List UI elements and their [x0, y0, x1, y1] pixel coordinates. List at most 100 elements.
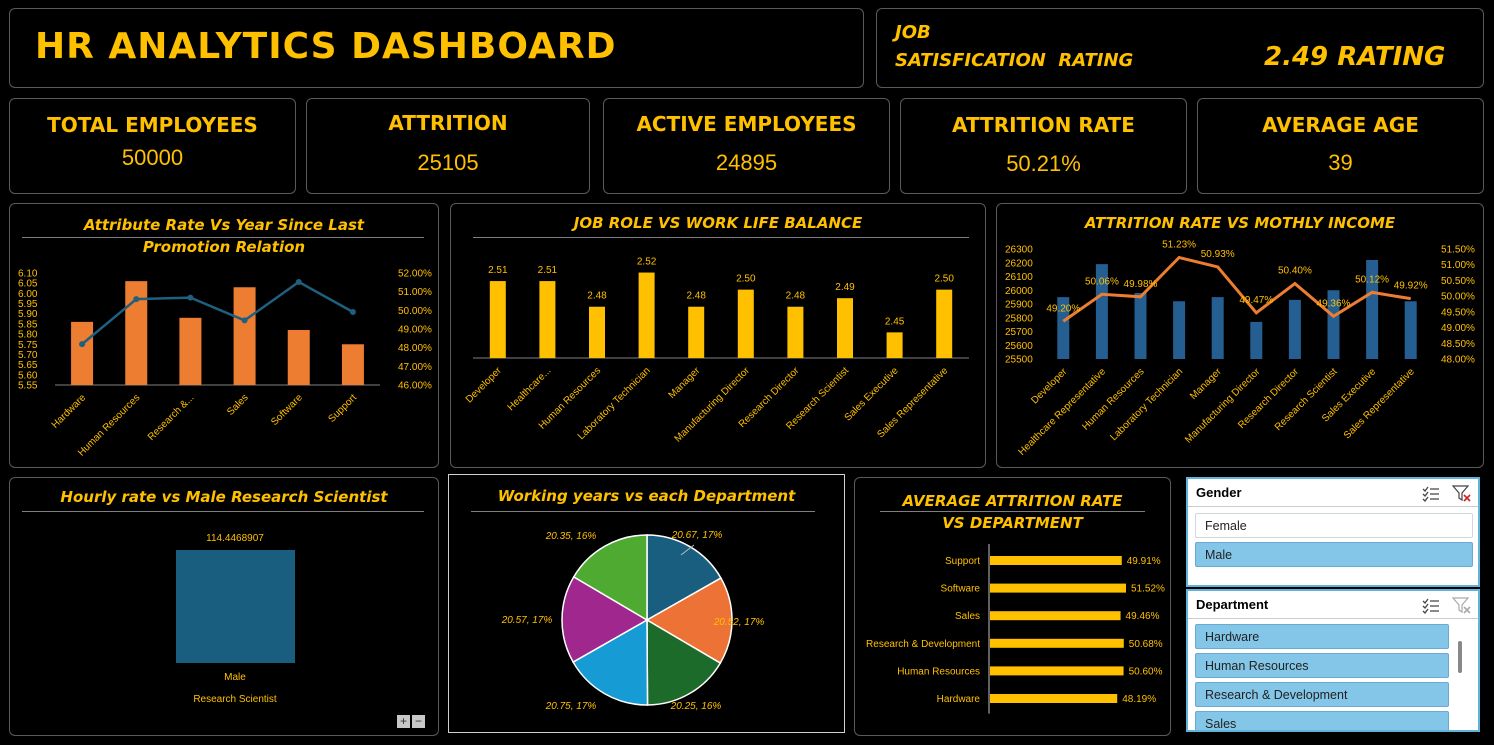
data-label: 2.51 — [488, 265, 508, 276]
income-chart: 26300 26200 26100 26000 25900 25800 25700 25600… — [1005, 239, 1475, 457]
bar — [688, 306, 705, 358]
x-tick-label: Software — [269, 392, 305, 428]
bar — [71, 321, 94, 385]
y2-tick-label: 50.50% — [1441, 276, 1475, 287]
data-label: 49.36% — [1317, 298, 1351, 309]
data-label: 2.48 — [587, 291, 607, 302]
gender-slicer[interactable]: Gender Female Male — [1186, 477, 1480, 587]
data-label: 2.49 — [835, 282, 855, 293]
bar — [990, 638, 1124, 648]
kpi-value: 50000 — [121, 145, 184, 170]
kpi-value: 50.21% — [1006, 151, 1081, 176]
data-label: 2.52 — [637, 257, 657, 268]
kpi-attrition-rate: ATTRITION RATE 50.21% — [900, 98, 1187, 194]
bar — [1250, 321, 1263, 359]
y2-tick-label: 49.00% — [1441, 323, 1475, 334]
x-tick-label: Support — [326, 392, 359, 425]
chart-dept-attrition-panel: AVERAGE ATTRITION RATE VS DEPARTMENT Sup… — [854, 477, 1171, 736]
line-point — [241, 317, 248, 324]
zoom-in-button[interactable]: + — [397, 715, 410, 728]
slicer-item-sales[interactable]: Sales — [1195, 711, 1449, 730]
bar — [886, 332, 903, 358]
y-tick-label: 26200 — [1005, 258, 1033, 269]
multi-select-icon[interactable] — [1422, 598, 1440, 614]
clear-filter-icon[interactable] — [1451, 485, 1472, 503]
data-label: 48.19% — [1122, 694, 1156, 705]
data-label: 49.98% — [1124, 279, 1158, 290]
y2-tick-label: 51.00% — [1441, 260, 1475, 271]
slice-label: 20.75, 17% — [545, 701, 597, 712]
scrollbar-thumb[interactable] — [1458, 641, 1462, 673]
data-label: 2.48 — [686, 291, 706, 302]
bar — [990, 666, 1124, 676]
x-tick-label: Manager — [1188, 366, 1224, 402]
dashboard-title: HR ANALYTICS DASHBOARD — [35, 26, 617, 67]
y-tick-label: 26000 — [1005, 286, 1033, 297]
bar — [233, 287, 256, 385]
y2-tick-label: 52.00% — [398, 269, 432, 280]
x-group-label: Research Scientist — [193, 694, 277, 705]
series-line — [1062, 255, 1411, 323]
data-label: 2.50 — [934, 274, 954, 285]
x-tick-label: Male — [224, 672, 246, 683]
bar — [936, 289, 953, 358]
y2-tick-label: 48.00% — [1441, 355, 1475, 366]
kpi-total-employees: TOTAL EMPLOYEES 50000 — [9, 98, 296, 194]
dept-attrition-chart: Support 49.91% Software 51.52% Sales 49.46% Re… — [866, 544, 1165, 714]
zoom-out-button[interactable]: − — [412, 715, 425, 728]
satisfaction-label-line1: JOB — [895, 22, 931, 43]
multi-select-icon[interactable] — [1422, 486, 1440, 502]
slicer-item-male[interactable]: Male — [1195, 542, 1473, 567]
y2-tick-label: 47.00% — [398, 362, 432, 373]
x-tick-label: Laboratory Technician — [1108, 366, 1185, 443]
line-point — [349, 309, 356, 316]
data-label: 49.92% — [1394, 281, 1428, 292]
slicer-title: Gender — [1196, 485, 1242, 500]
satisfaction-label-line2: SATISFICATION RATING — [895, 50, 1134, 71]
y2-tick-label: 51.00% — [398, 287, 432, 298]
slicer-item-female[interactable]: Female — [1195, 513, 1473, 538]
kpi-label: ACTIVE EMPLOYEES — [636, 112, 857, 136]
worklife-chart: 2.51Developer2.51Healthcare...2.48Human … — [464, 257, 969, 445]
x-tick-label: Healthcare... — [506, 365, 554, 413]
series-line — [81, 280, 354, 346]
divider — [1188, 506, 1478, 507]
y2-tick-label: 49.00% — [398, 325, 432, 336]
y2-tick-label: 48.50% — [1441, 339, 1475, 350]
slicer-item-research-development[interactable]: Research & Development — [1195, 682, 1449, 707]
x-tick-label: Developer — [464, 365, 504, 405]
bar — [539, 281, 556, 358]
data-label: 2.50 — [736, 274, 756, 285]
bar — [990, 611, 1121, 621]
x-tick-label: Hardware — [50, 392, 89, 431]
slicer-item-hardware[interactable]: Hardware — [1195, 624, 1449, 649]
bar — [287, 330, 310, 385]
y-tick-label: 25700 — [1005, 327, 1033, 338]
slicer-item-human-resources[interactable]: Human Resources — [1195, 653, 1449, 678]
y-tick-label: Human Resources — [897, 666, 980, 677]
y-tick-label: Research & Development — [866, 639, 980, 650]
data-label: 51.23% — [1162, 239, 1196, 250]
bar — [1173, 301, 1186, 359]
y-tick-label: 26300 — [1005, 245, 1033, 256]
x-tick-label: Sales Representative — [1342, 366, 1417, 441]
satisfaction-panel: JOB SATISFICATION RATING 2.49 RATING — [876, 8, 1484, 88]
y2-tick-label: 48.00% — [398, 343, 432, 354]
data-label: 50.12% — [1355, 274, 1389, 285]
y-tick-label: 26100 — [1005, 272, 1033, 283]
data-label: 2.48 — [786, 291, 806, 302]
data-label: 50.40% — [1278, 266, 1312, 277]
data-label: 51.52% — [1131, 584, 1165, 595]
bar — [787, 306, 804, 358]
data-label: 2.45 — [885, 316, 905, 327]
x-tick-label: Manager — [667, 365, 703, 401]
x-tick-label: Research &... — [146, 392, 197, 443]
slice-label: 20.52, 17% — [713, 617, 765, 628]
y-tick-label: 25500 — [1005, 355, 1033, 366]
data-label: 50.06% — [1085, 276, 1119, 287]
department-slicer[interactable]: Department Hardware Human Resources Rese… — [1186, 589, 1480, 732]
clear-filter-icon[interactable] — [1451, 597, 1472, 615]
kpi-label: ATTRITION RATE — [952, 113, 1135, 137]
data-label: 50.60% — [1129, 666, 1163, 677]
data-label: 50.93% — [1201, 249, 1235, 260]
